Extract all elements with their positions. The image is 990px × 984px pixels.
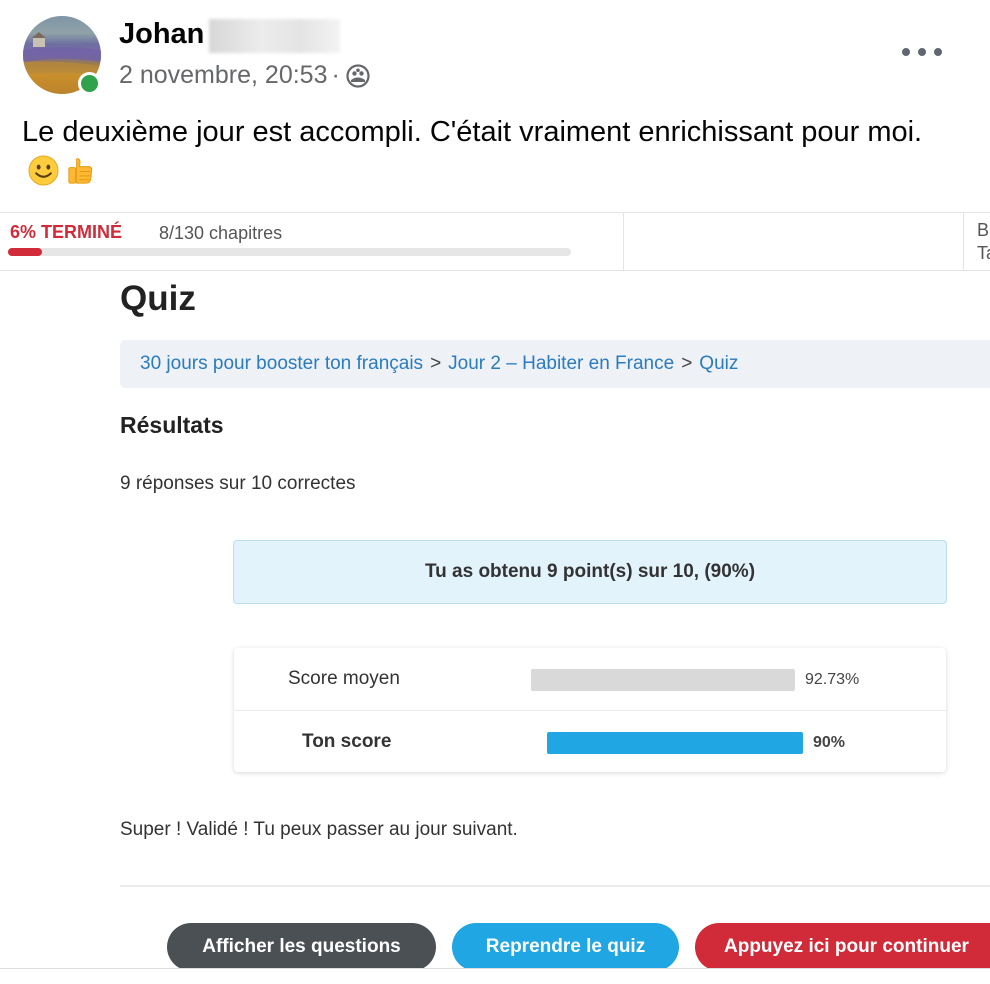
page-title: Quiz [120,279,196,318]
course-progress-bar: 6% TERMINÉ 8/130 chapitres B Ta [0,212,990,271]
your-score-bar [547,732,803,754]
truncated-text: B [977,220,990,240]
result-message: Super ! Validé ! Tu peux passer au jour … [120,819,518,840]
retry-quiz-button[interactable]: Reprendre le quiz [452,923,679,968]
post-bottom-border [0,968,990,969]
results-heading: Résultats [120,412,224,438]
breadcrumb: 30 jours pour booster ton français > Jou… [120,340,990,388]
show-questions-button[interactable]: Afficher les questions [167,923,436,968]
redacted-surname [209,19,340,53]
divider [120,885,990,887]
average-score-bar [531,669,795,691]
smiley-emoji-icon [28,155,59,186]
average-score-value: 92.73% [805,671,860,688]
breadcrumb-course-link[interactable]: 30 jours pour booster ton français [140,353,423,375]
average-score-label: Score moyen [288,668,400,689]
your-score-value: 90% [813,734,846,751]
chapter-count: 8/130 chapitres [159,223,283,243]
post-meta: 2 novembre, 20:53 · [119,61,370,90]
more-options-button[interactable] [902,38,942,66]
breadcrumb-separator: > [681,353,693,374]
meta-separator: · [331,61,340,89]
course-screenshot: 6% TERMINÉ 8/130 chapitres B Ta Quiz 30 … [0,212,990,968]
your-score-row: Ton score 90% [234,710,946,773]
post-timestamp[interactable]: 2 novembre, 20:53 [119,61,327,90]
post-body: Le deuxième jour est accompli. C'était v… [22,116,923,148]
progress-fill [8,248,42,256]
online-status-icon [78,72,101,95]
topbar-divider [623,213,624,270]
friends-audience-icon[interactable] [346,63,370,88]
your-score-label: Ton score [302,731,392,752]
breadcrumb-lesson-link[interactable]: Jour 2 – Habiter en France [448,353,674,375]
topbar-divider [963,213,964,270]
post-author-name[interactable]: Johan [119,18,204,51]
progress-percent-label: 6% TERMINÉ [10,222,123,242]
breadcrumb-separator: > [430,353,442,374]
more-dot-icon [902,48,910,56]
score-comparison: Score moyen 92.73% Ton score 90% [234,648,946,772]
breadcrumb-quiz-link[interactable]: Quiz [699,353,738,375]
average-score-row: Score moyen 92.73% [234,648,946,710]
more-dot-icon [934,48,942,56]
post-text: Le deuxième jour est accompli. C'était v… [22,112,962,192]
thumbs-up-emoji-icon [68,158,93,184]
more-dot-icon [918,48,926,56]
progress-track [8,248,571,256]
continue-button[interactable]: Appuyez ici pour continuer [695,923,990,968]
score-message-box: Tu as obtenu 9 point(s) sur 10, (90%) [233,540,947,604]
results-summary: 9 réponses sur 10 correctes [120,473,356,494]
truncated-text: Ta [977,243,990,263]
